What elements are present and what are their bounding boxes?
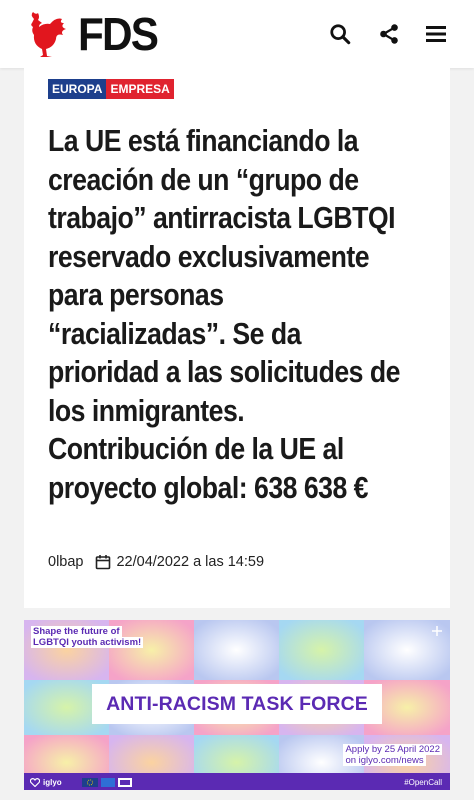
headline-line: trabajo” antirracista LGBTQI — [48, 200, 396, 235]
banner-top-line: Shape the future of — [31, 626, 122, 637]
banner-apply-line: on iglyo.com/news — [343, 755, 426, 766]
site-logo[interactable]: FDS — [26, 8, 164, 60]
headline-line: Contribución de la UE al — [48, 431, 344, 466]
calendar-icon — [96, 555, 111, 570]
article-image-banner[interactable]: Shape the future of LGBTQI youth activis… — [24, 620, 450, 790]
share-button[interactable] — [375, 20, 403, 48]
headline-line: reservado exclusivamente — [48, 238, 370, 274]
eu-flag-icon — [81, 778, 98, 787]
headline-line: proyecto global: 638 638 € — [48, 469, 368, 505]
partner-logo-icon — [117, 778, 132, 787]
search-button[interactable] — [326, 20, 354, 48]
logo-text: FDS — [78, 8, 159, 60]
headline-line: prioridad a las solicitudes de — [48, 354, 400, 389]
headline-line: creación de un “grupo de — [48, 161, 359, 197]
headline-line: para personas — [48, 277, 224, 312]
partner-logo-icon — [100, 778, 115, 787]
menu-button[interactable] — [422, 20, 450, 48]
banner-title: ANTI-RACISM TASK FORCE — [92, 684, 382, 724]
plus-icon — [432, 626, 442, 636]
tag-europa[interactable]: EUROPA — [48, 79, 107, 99]
site-header: FDS — [0, 0, 474, 68]
headline-line: La UE está financiando la — [48, 123, 359, 158]
banner-brand: iglyo — [30, 778, 132, 787]
article-meta: 0lbap 22/04/2022 a las 14:59 — [48, 554, 264, 570]
banner-top-line: LGBTQI youth activism! — [31, 637, 144, 648]
menu-icon — [426, 26, 446, 42]
banner-apply-line: Apply by 25 April 2022 — [343, 744, 442, 755]
author-link[interactable]: 0lbap — [48, 554, 83, 570]
article-card: EUROPA EMPRESA La UE está financiando la… — [24, 68, 450, 608]
article-date: 22/04/2022 a las 14:59 — [116, 554, 265, 570]
banner-apply-text: Apply by 25 April 2022 on iglyo.com/news — [343, 744, 442, 766]
banner-brand-name: iglyo — [43, 778, 62, 787]
headline-line: “racializadas”. Se da — [48, 315, 301, 351]
banner-hashtag: #OpenCall — [404, 778, 442, 787]
article-tags: EUROPA EMPRESA — [48, 79, 174, 99]
headline-line: los inmigrantes. — [48, 392, 245, 428]
search-icon — [330, 24, 351, 45]
article-headline: La UE está financiando la creación de un… — [48, 122, 444, 507]
tag-empresa[interactable]: EMPRESA — [106, 79, 174, 99]
share-icon — [380, 24, 398, 44]
heart-logo-icon — [30, 778, 40, 787]
rooster-logo-icon — [31, 12, 66, 57]
banner-top-text: Shape the future of LGBTQI youth activis… — [31, 626, 144, 648]
